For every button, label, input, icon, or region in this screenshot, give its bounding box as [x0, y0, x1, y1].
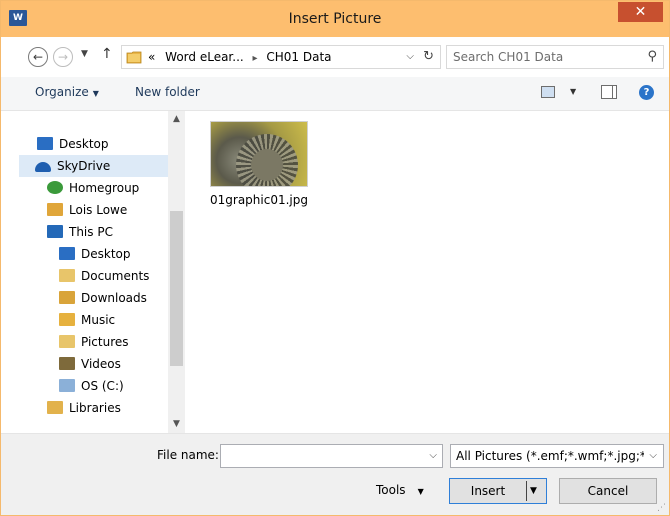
nav-item-music[interactable]: Music	[59, 309, 115, 331]
search-input[interactable]	[453, 49, 633, 65]
search-box: ⚲	[446, 45, 664, 69]
nav-item-label: SkyDrive	[57, 159, 111, 173]
insert-picture-dialog: W Insert Picture ✕ ← → ▼ ↑ « Word eLear.…	[0, 0, 670, 516]
view-options-chevron-down-icon[interactable]: ▼	[570, 87, 576, 96]
file-name-label-text: File name:	[157, 448, 219, 462]
split-divider	[526, 481, 527, 501]
insert-options-chevron-down-icon[interactable]: ▼	[530, 479, 537, 503]
homegroup-icon	[47, 181, 63, 194]
file-name-label: 01graphic01.jpg	[210, 193, 308, 207]
desktop-icon	[37, 137, 53, 150]
title-bar: W Insert Picture ✕	[1, 1, 669, 37]
help-icon[interactable]: ?	[639, 85, 654, 100]
file-name-input[interactable]	[225, 448, 415, 464]
breadcrumb-ch01-data[interactable]: CH01 Data	[266, 50, 331, 64]
search-icon[interactable]: ⚲	[647, 49, 657, 64]
address-row: ← → ▼ ↑ « Word eLear... ▸ CH01 Data ⌵ ↻ …	[1, 37, 669, 77]
documents-folder-icon	[59, 269, 75, 282]
breadcrumb-word-elearning[interactable]: Word eLear...	[165, 50, 244, 64]
nav-item-desktop-pc[interactable]: Desktop	[59, 243, 131, 265]
nav-item-downloads[interactable]: Downloads	[59, 287, 147, 309]
nav-item-label: Lois Lowe	[69, 203, 128, 217]
nav-item-documents[interactable]: Documents	[59, 265, 149, 287]
nav-item-this-pc[interactable]: This PC	[47, 221, 113, 243]
change-view-icon[interactable]	[541, 86, 555, 98]
navigation-pane: Desktop SkyDrive Homegroup Lois Lowe Thi…	[1, 111, 186, 433]
command-toolbar: Organize ▼ New folder ▼ ?	[1, 77, 669, 111]
scrollbar-thumb[interactable]	[170, 211, 183, 366]
recent-locations-chevron-down-icon[interactable]: ▼	[81, 49, 88, 59]
organize-label: Organize	[35, 85, 89, 99]
downloads-folder-icon	[59, 291, 75, 304]
nav-item-label: Desktop	[59, 137, 109, 151]
nav-item-pictures[interactable]: Pictures	[59, 331, 129, 353]
nav-item-label: Videos	[81, 357, 121, 371]
scroll-up-chevron-icon[interactable]: ▲	[168, 111, 185, 128]
nav-item-label: This PC	[69, 225, 113, 239]
nav-item-label: OS (C:)	[81, 379, 124, 393]
preview-pane-icon[interactable]	[601, 85, 617, 99]
nav-item-label: Downloads	[81, 291, 147, 305]
skydrive-icon	[35, 162, 51, 172]
folder-icon	[126, 51, 142, 64]
gear-hub	[251, 149, 283, 181]
tools-label: Tools	[376, 483, 406, 497]
nav-item-libraries[interactable]: Libraries	[47, 397, 121, 419]
music-folder-icon	[59, 313, 75, 326]
resize-grip-icon[interactable]: ⋰	[657, 503, 666, 513]
nav-item-skydrive[interactable]: SkyDrive	[19, 155, 185, 177]
nav-item-label: Desktop	[81, 247, 131, 261]
up-arrow-icon[interactable]: ↑	[101, 46, 113, 62]
nav-scrollbar[interactable]: ▲ ▼	[168, 111, 185, 433]
organize-button[interactable]: Organize ▼	[35, 77, 99, 111]
nav-item-label: Libraries	[69, 401, 121, 415]
file-list-area: 01graphic01.jpg	[186, 111, 669, 433]
back-button[interactable]: ←	[28, 47, 48, 67]
libraries-icon	[47, 401, 63, 414]
file-type-filter-value: All Pictures (*.emf;*.wmf;*.jpg;*	[456, 449, 644, 463]
breadcrumb-overflow[interactable]: «	[148, 50, 155, 64]
file-name-combobox: ⌵	[220, 444, 443, 468]
breadcrumb: « Word eLear... ▸ CH01 Data	[148, 46, 332, 68]
close-button[interactable]: ✕	[618, 2, 663, 22]
dialog-title: Insert Picture	[288, 11, 382, 27]
chevron-down-icon: ▼	[92, 89, 99, 98]
refresh-icon[interactable]: ↻	[423, 46, 434, 68]
cancel-button[interactable]: Cancel	[559, 478, 657, 504]
image-thumbnail	[210, 121, 308, 187]
tools-menu-button[interactable]: Tools ▼	[376, 478, 424, 502]
nav-item-os-c[interactable]: OS (C:)	[59, 375, 124, 397]
nav-item-label: Documents	[81, 269, 150, 283]
nav-item-lois-lowe[interactable]: Lois Lowe	[47, 199, 127, 221]
nav-item-label: Music	[81, 313, 116, 327]
nav-item-homegroup[interactable]: Homegroup	[47, 177, 139, 199]
breadcrumb-separator-icon[interactable]: ▸	[253, 53, 258, 64]
file-name-dropdown-chevron-icon[interactable]: ⌵	[429, 445, 437, 467]
scroll-down-chevron-icon[interactable]: ▼	[168, 416, 185, 433]
address-bar[interactable]: « Word eLear... ▸ CH01 Data ⌵ ↻	[121, 45, 441, 69]
user-folder-icon	[47, 203, 63, 216]
pictures-folder-icon	[59, 335, 75, 348]
insert-split-button[interactable]: Insert ▼	[449, 478, 547, 504]
videos-folder-icon	[59, 357, 75, 370]
address-dropdown-chevron-icon[interactable]: ⌵	[406, 46, 414, 68]
nav-item-videos[interactable]: Videos	[59, 353, 121, 375]
forward-button[interactable]: →	[53, 47, 73, 67]
desktop-folder-icon	[59, 247, 75, 260]
computer-icon	[47, 225, 63, 238]
drive-icon	[59, 379, 75, 392]
nav-item-label: Pictures	[81, 335, 129, 349]
nav-item-desktop[interactable]: Desktop	[37, 133, 109, 155]
nav-item-label: Homegroup	[69, 181, 140, 195]
filter-dropdown-chevron-icon[interactable]: ⌵	[649, 445, 657, 467]
dialog-footer: File name: ⌵ All Pictures (*.emf;*.wmf;*…	[1, 433, 669, 515]
insert-button[interactable]: Insert	[450, 479, 526, 503]
chevron-down-icon: ▼	[417, 487, 424, 496]
file-item-01graphic01[interactable]: 01graphic01.jpg	[204, 119, 308, 219]
file-type-filter-select[interactable]: All Pictures (*.emf;*.wmf;*.jpg;* ⌵	[450, 444, 664, 468]
new-folder-button[interactable]: New folder	[135, 77, 200, 111]
